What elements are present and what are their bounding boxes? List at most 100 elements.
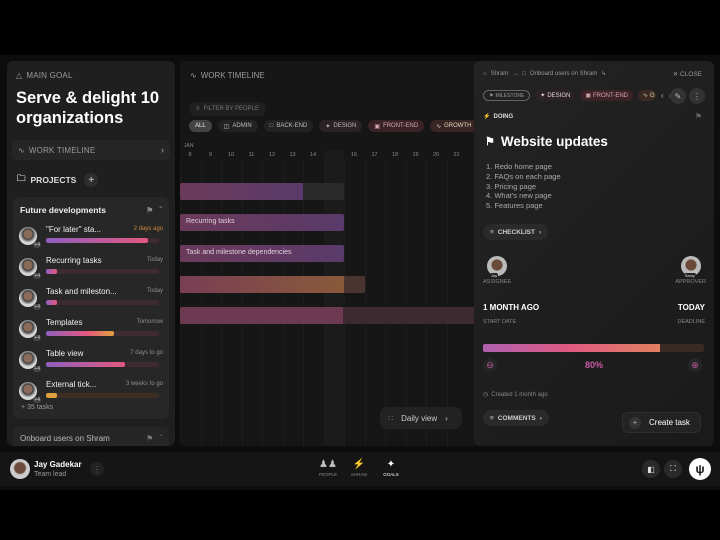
trend-icon: ∿	[436, 123, 442, 130]
project-card-header[interactable]: Future developments ⚑ ˆ	[20, 205, 162, 215]
task-item[interactable]: +4 "For later" sta... 2 days ago	[19, 225, 163, 253]
chevron-left-icon[interactable]: ‹	[661, 91, 664, 100]
timeline-bar[interactable]: Task and milestone dependencies	[180, 245, 344, 262]
edit-button[interactable]: ✎	[670, 88, 686, 104]
flag-icon[interactable]: ⚑	[146, 206, 153, 215]
flask-icon: △	[16, 71, 23, 80]
progress-bar[interactable]	[483, 344, 704, 352]
main-goal-label: MAIN GOAL	[26, 71, 73, 80]
avatar: +4	[19, 351, 41, 372]
chip-design[interactable]: ✦ DESIGN	[319, 120, 363, 132]
chip-front-end[interactable]: ▣ FRONT-END	[368, 120, 425, 132]
progress-percent: 80%	[584, 360, 603, 370]
flag-icon[interactable]: ⚑	[146, 434, 153, 443]
chip-label: GROWTH	[444, 123, 472, 129]
tag-growth[interactable]: ∿ G	[638, 90, 657, 101]
comments-button[interactable]: ≡ COMMENTS ›	[483, 410, 549, 426]
more-options-button[interactable]: ⋮	[689, 88, 705, 104]
task-item[interactable]: +4 Table view 7 days to go	[19, 349, 163, 377]
chevron-right-icon: ›	[161, 145, 164, 155]
tag-milestone[interactable]: ⚑ MILESTONE	[483, 90, 531, 101]
task-title[interactable]: Website updates	[501, 134, 608, 149]
task-item[interactable]: +4 Recurring tasks Today	[19, 256, 163, 284]
timeline-bar[interactable]: Recurring tasks	[180, 214, 344, 231]
checklist-icon: ≡	[490, 228, 494, 236]
sparkle-icon: ✦	[386, 459, 396, 470]
grid-line	[385, 161, 386, 446]
folder-icon: □	[522, 70, 526, 77]
main-goal-header: △ MAIN GOAL	[16, 71, 73, 80]
task-progress-fill	[46, 362, 126, 367]
avatar-name: Samy	[683, 273, 696, 278]
grid-line	[426, 161, 427, 446]
work-timeline-link[interactable]: ∿ WORK TIMELINE ›	[12, 140, 170, 160]
more-tasks-link[interactable]: + 35 tasks	[21, 404, 53, 411]
project-group-collapsed[interactable]: Onboard users on Shram ⚑ ˆ	[13, 427, 169, 446]
assignee-label: ASSIGNEE	[483, 279, 512, 285]
daily-view-label: Daily view	[401, 413, 438, 423]
fullscreen-button[interactable]: ⛶	[664, 460, 682, 478]
approver-label: APPROVER	[675, 279, 706, 285]
task-name: Table view	[46, 349, 84, 358]
nav-goals[interactable]: ✦ GOALS	[377, 459, 405, 477]
breadcrumb-item[interactable]: Onboard users on Shram	[530, 71, 597, 77]
deadline[interactable]: TODAY	[678, 303, 705, 312]
task-item[interactable]: +4 Templates Tomorrow	[19, 318, 163, 346]
nav-label: SHRAM	[350, 472, 368, 477]
step-item: 1. Redo home page	[486, 162, 552, 171]
tag-label: DESIGN	[547, 92, 571, 99]
close-button[interactable]: ✕ CLOSE	[673, 70, 702, 78]
chip-admin[interactable]: ◫ ADMIN	[217, 120, 258, 132]
people-icon: ♟♟	[319, 459, 337, 470]
grid-line	[405, 161, 407, 446]
nav-people[interactable]: ♟♟ PEOPLE	[314, 459, 342, 477]
tag-front-end[interactable]: ▣ FRONT-END	[580, 90, 634, 101]
nav-shram[interactable]: ⚡ SHRAM	[345, 459, 373, 477]
timeline-bar[interactable]	[180, 183, 344, 200]
home-icon: ⌂	[483, 70, 487, 77]
filter-by-people-button[interactable]: ≡ FILTER BY PEOPLE	[189, 102, 266, 116]
chip-all[interactable]: ALL	[189, 120, 212, 132]
timeline-bar-fill	[180, 183, 303, 200]
assignee[interactable]: Jay ASSIGNEE	[483, 256, 511, 285]
start-date[interactable]: 1 MONTH AGO	[483, 303, 539, 312]
task-progress-fill	[46, 269, 58, 274]
checklist-button[interactable]: ≡ CHECKLIST ›	[483, 224, 549, 240]
shram-logo-button[interactable]: ψ	[689, 458, 711, 480]
month-label: JAN	[184, 143, 194, 149]
task-date: Today	[146, 288, 163, 294]
tag-design[interactable]: ✦ DESIGN	[535, 90, 576, 101]
chevron-up-icon[interactable]: ˆ	[159, 206, 162, 215]
nav-label: GOALS	[383, 472, 399, 477]
user-avatar[interactable]	[10, 459, 30, 479]
admin-icon: ◫	[223, 123, 230, 130]
work-timeline-label: WORK TIMELINE	[28, 145, 96, 155]
breadcrumb-item[interactable]: Shram	[491, 71, 509, 77]
timeline-grid: Recurring tasks Task and milestone depend…	[180, 151, 480, 446]
created-label: Created 1 month ago	[491, 391, 548, 398]
sidebar-toggle-button[interactable]: ◧	[642, 460, 660, 478]
comments-icon: ≡	[490, 414, 494, 422]
chevron-up-icon[interactable]: ˆ	[159, 434, 162, 443]
avatar-count: +4	[33, 242, 41, 248]
deadline-label: DEADLINE	[677, 319, 705, 325]
approver[interactable]: Samy APPROVER	[675, 256, 706, 285]
chevron-right-icon: ›	[445, 413, 448, 423]
timeline-bar[interactable]	[180, 307, 478, 324]
task-description[interactable]: 1. Redo home page 2. FAQs on each page 3…	[486, 162, 561, 211]
chip-growth[interactable]: ∿ GROWTH	[430, 120, 478, 132]
task-name: External tick...	[46, 380, 97, 389]
fullscreen-icon: ⛶	[670, 464, 676, 473]
increase-progress-button[interactable]: ⊕	[688, 358, 702, 372]
add-project-button[interactable]: +	[84, 173, 99, 187]
avatar-name: Jay	[490, 273, 499, 278]
status-badge[interactable]: ⚡ DOING	[483, 113, 513, 121]
nav-label: PEOPLE	[318, 472, 337, 477]
user-menu-button[interactable]: ⋮	[90, 462, 104, 476]
daily-view-button[interactable]: ∷ Daily view ›	[380, 407, 462, 429]
timeline-bar[interactable]	[180, 276, 365, 293]
flag-icon[interactable]: ⚑	[695, 112, 702, 121]
task-item[interactable]: +4 Task and mileston... Today	[19, 287, 163, 315]
create-task-button[interactable]: + Create task	[622, 412, 701, 433]
chip-back-end[interactable]: □ BACK-END	[263, 120, 314, 132]
